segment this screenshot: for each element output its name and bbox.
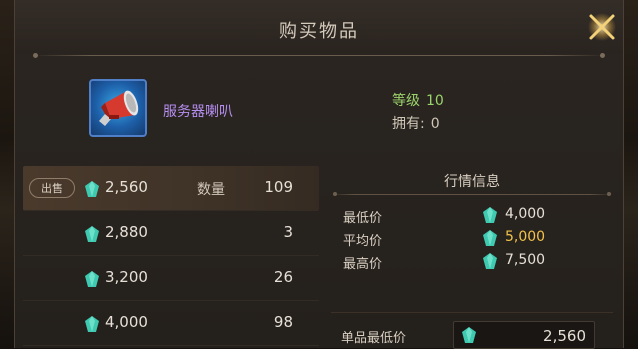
- listing-price: 3,200: [105, 268, 148, 286]
- listing-row[interactable]: 2,880 3: [23, 211, 319, 256]
- sell-tag: 出售: [29, 178, 75, 198]
- listing-row[interactable]: 出售 2,560 数量 109: [23, 166, 319, 211]
- listing-row[interactable]: 3,200 26: [23, 256, 319, 301]
- min-price-row: 最低价 4,000: [343, 204, 603, 226]
- max-price-row: 最高价 7,500: [343, 250, 603, 272]
- purchase-dialog: 购买物品 服务器喇叭 等级 10 拥有: 0 出售 2,560 数量 109 2…: [14, 0, 624, 349]
- listing-quantity: 3: [283, 223, 293, 241]
- market-info-panel: 行情信息 最低价 4,000 平均价 5,000 最高价 7,500 单品最低价…: [331, 166, 613, 349]
- listing-price: 2,560: [105, 178, 148, 196]
- unit-min-price-field[interactable]: 2,560: [453, 321, 595, 349]
- avg-price-value: 5,000: [505, 229, 546, 245]
- gem-icon: [462, 327, 476, 343]
- close-icon: [588, 13, 616, 41]
- owned-value: 0: [430, 116, 440, 132]
- item-level: 等级 10: [392, 90, 450, 110]
- item-name: 服务器喇叭: [163, 104, 233, 120]
- gem-icon: [85, 316, 99, 332]
- header-divider: [33, 53, 605, 58]
- listing-quantity: 26: [273, 268, 293, 286]
- gem-icon: [483, 230, 497, 246]
- listing-price: 4,000: [105, 313, 148, 331]
- dialog-title: 购买物品: [279, 21, 359, 42]
- min-price-value: 4,000: [505, 206, 546, 222]
- owned-label: 拥有:: [392, 116, 425, 132]
- quantity-label: 数量: [197, 182, 225, 198]
- unit-min-price-value: 2,560: [543, 327, 586, 345]
- level-value: 10: [426, 93, 444, 109]
- max-price-value: 7,500: [505, 252, 546, 268]
- min-price-label: 最低价: [343, 211, 383, 226]
- avg-price-label: 平均价: [343, 234, 383, 249]
- unit-min-price-label: 单品最低价: [341, 331, 407, 346]
- gem-icon: [85, 226, 99, 242]
- market-title: 行情信息: [444, 174, 500, 190]
- item-info: 服务器喇叭 等级 10 拥有: 0: [15, 57, 623, 157]
- gem-icon: [85, 271, 99, 287]
- megaphone-icon: [89, 79, 147, 137]
- gem-icon: [483, 207, 497, 223]
- listing-table: 出售 2,560 数量 109 2,880 3 3,200 26 4,000 9…: [23, 166, 319, 346]
- market-divider: [331, 192, 613, 196]
- avg-price-row: 平均价 5,000: [343, 227, 603, 249]
- gem-icon: [483, 253, 497, 269]
- level-label: 等级: [392, 93, 420, 109]
- close-button[interactable]: [585, 10, 619, 44]
- listing-quantity: 109: [264, 178, 293, 196]
- max-price-label: 最高价: [343, 257, 383, 272]
- item-owned: 拥有: 0: [392, 113, 446, 133]
- gem-icon: [85, 181, 99, 197]
- unit-min-price-box: 单品最低价 2,560: [331, 312, 613, 349]
- listing-quantity: 98: [273, 313, 293, 331]
- listing-row[interactable]: 4,000 98: [23, 301, 319, 346]
- listing-price: 2,880: [105, 223, 148, 241]
- dialog-header: 购买物品: [15, 0, 623, 54]
